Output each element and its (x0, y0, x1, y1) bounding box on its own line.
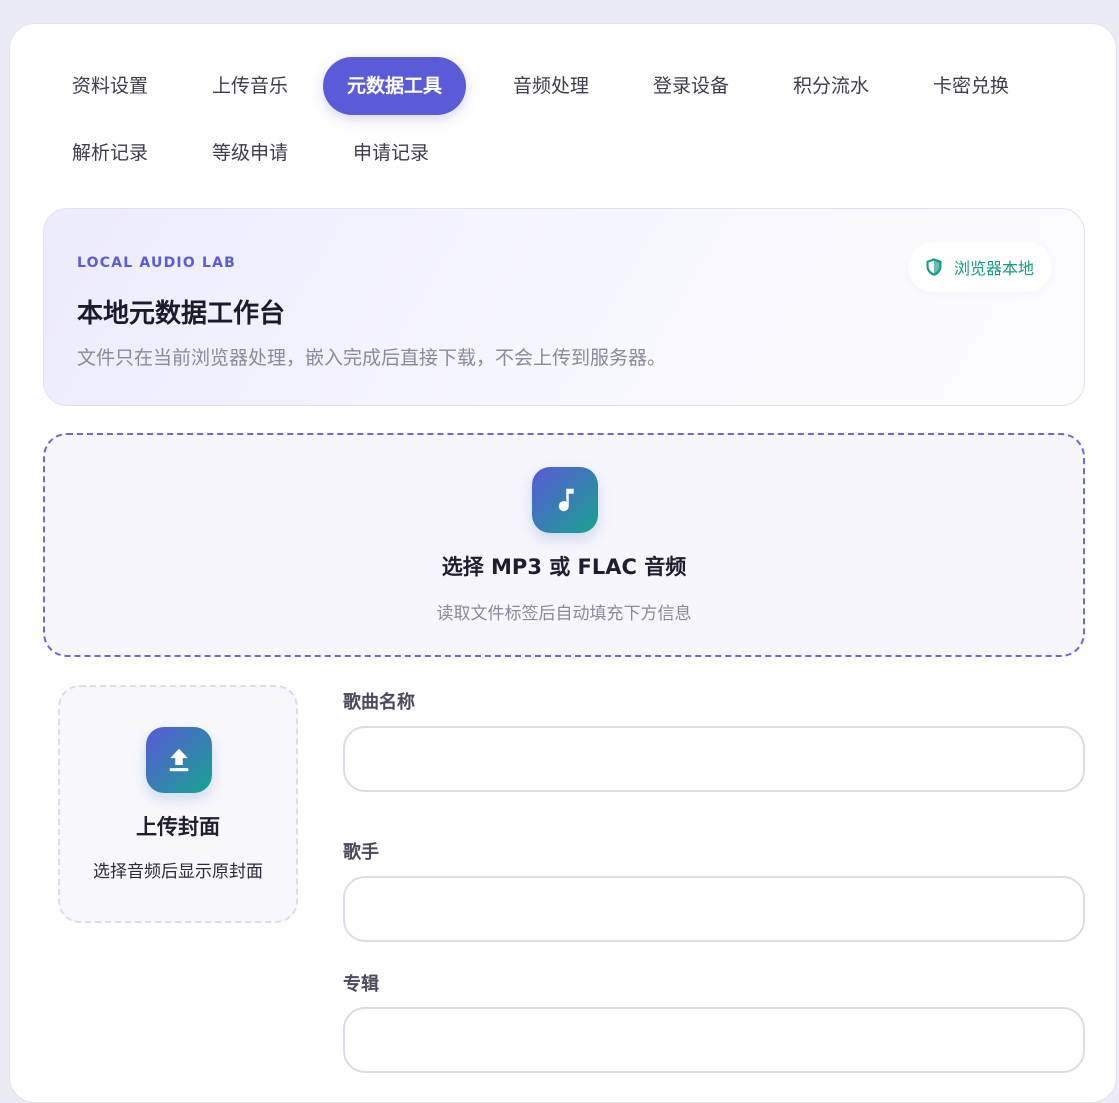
badge-label: 浏览器本地 (953, 259, 1034, 278)
album-label: 专辑 (343, 974, 379, 995)
tab-metadata-tools[interactable]: 元数据工具 (323, 57, 467, 115)
hero-panel: LOCAL AUDIO LAB 本地元数据工作台 文件只在当前浏览器处理，嵌入完… (43, 208, 1085, 406)
tab-parse-records[interactable]: 解析记录 (48, 124, 172, 182)
cover-subtitle: 选择音频后显示原封面 (93, 862, 263, 882)
hero-description: 文件只在当前浏览器处理，嵌入完成后直接下载，不会上传到服务器。 (77, 347, 667, 369)
main-card: 资料设置 上传音乐 元数据工具 音频处理 登录设备 积分流水 卡密兑换 解析记录… (9, 23, 1117, 1103)
hero-eyebrow: LOCAL AUDIO LAB (77, 255, 237, 271)
cover-title: 上传封面 (136, 815, 220, 839)
music-note-icon (532, 467, 598, 533)
song-name-label: 歌曲名称 (343, 692, 415, 713)
page-title: 本地元数据工作台 (77, 299, 286, 329)
dropzone-subtitle: 读取文件标签后自动填充下方信息 (436, 604, 692, 624)
tab-card-redeem[interactable]: 卡密兑换 (909, 57, 1033, 115)
artist-input[interactable] (343, 876, 1085, 942)
tab-profile-settings[interactable]: 资料设置 (48, 57, 172, 115)
audio-dropzone[interactable]: 选择 MP3 或 FLAC 音频 读取文件标签后自动填充下方信息 (43, 433, 1085, 657)
song-name-input[interactable] (343, 726, 1085, 792)
tab-audio-processing[interactable]: 音频处理 (489, 57, 613, 115)
tab-points-history[interactable]: 积分流水 (769, 57, 893, 115)
tab-application-records[interactable]: 申请记录 (329, 124, 453, 182)
tab-login-devices[interactable]: 登录设备 (629, 57, 753, 115)
tab-level-application[interactable]: 等级申请 (188, 124, 312, 182)
upload-icon (146, 727, 212, 793)
artist-label: 歌手 (343, 842, 379, 863)
album-input[interactable] (343, 1007, 1085, 1073)
dropzone-title: 选择 MP3 或 FLAC 音频 (441, 555, 687, 579)
shield-icon (926, 258, 942, 276)
cover-upload[interactable]: 上传封面 选择音频后显示原封面 (58, 685, 298, 923)
tab-upload-music[interactable]: 上传音乐 (188, 57, 312, 115)
local-browser-badge: 浏览器本地 (907, 242, 1052, 292)
